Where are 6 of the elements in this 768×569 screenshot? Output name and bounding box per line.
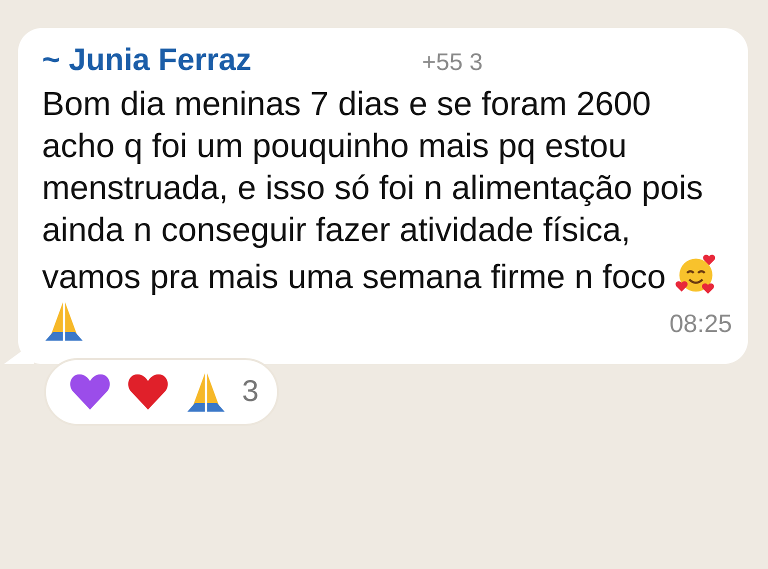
message-text: Bom dia meninas 7 dias e se foram 2600 acho q foi um pouquinho mais pq estou menstruada, e isso só foi n alimentação pois ainda n conseguir fazer atividade física, vamos pra mais uma semana firme n foco xyxy=(42,86,704,296)
sender-name: ~ Junia Ferraz xyxy=(42,42,252,78)
phone-number: +55 3 xyxy=(422,49,483,77)
reactions-pill[interactable]: 3 xyxy=(44,358,279,426)
message-time: 08:25 xyxy=(669,309,732,340)
reaction-count: 3 xyxy=(242,375,259,409)
